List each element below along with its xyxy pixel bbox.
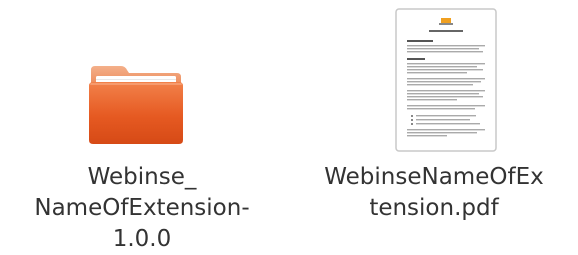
file-name-line: WebinseNameOfEx	[324, 164, 544, 190]
pdf-document-icon[interactable]	[395, 8, 497, 152]
file-name-line: 1.0.0	[112, 226, 172, 252]
file-name-label: Webinse_ NameOfExtension- 1.0.0	[0, 162, 287, 255]
file-name-line: NameOfExtension-	[34, 195, 250, 221]
file-item-folder[interactable]: Webinse_ NameOfExtension- 1.0.0	[0, 0, 290, 255]
icon-area	[290, 0, 578, 162]
icon-area	[0, 0, 290, 162]
file-name-line: Webinse_	[87, 164, 197, 190]
file-browser-view: Webinse_ NameOfExtension- 1.0.0 WebinseN…	[0, 0, 578, 255]
file-name-line: tension.pdf	[369, 195, 499, 221]
folder-icon[interactable]	[87, 64, 185, 146]
file-item-pdf[interactable]: WebinseNameOfEx tension.pdf	[290, 0, 578, 224]
file-name-label: WebinseNameOfEx tension.pdf	[290, 162, 578, 224]
